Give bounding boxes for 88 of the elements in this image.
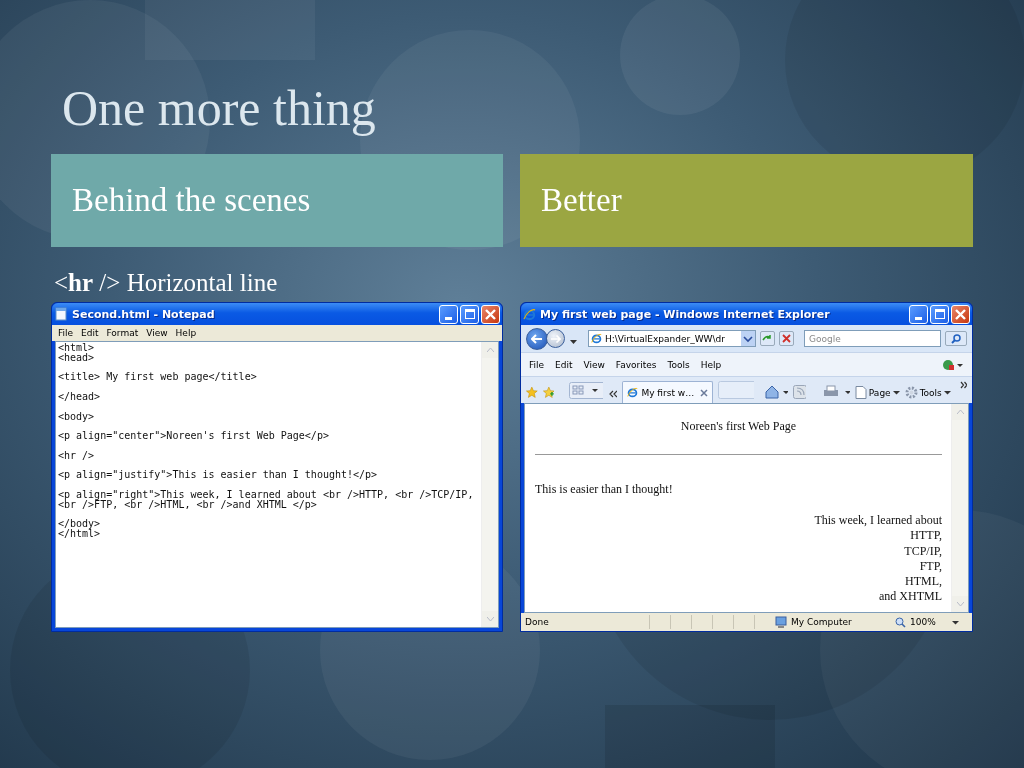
page-paragraph: This is easier than I thought!: [535, 482, 674, 497]
dropdown-icon: [741, 331, 755, 346]
add-favorite-icon[interactable]: [542, 386, 555, 399]
chevron-icon[interactable]: [959, 381, 967, 389]
code-line: </body>: [58, 519, 101, 530]
menu-item[interactable]: Edit: [555, 359, 573, 370]
code-line: <title> My first web page</title>: [58, 372, 257, 383]
back-arrow-icon: [531, 333, 543, 344]
code-line: </html>: [58, 529, 101, 539]
window-title: Second.html - Notepad: [72, 307, 216, 321]
page-text-line: HTTP,: [909, 528, 942, 544]
slide-subtitle: <hr /> Horizontal line: [54, 269, 279, 298]
close-button[interactable]: [481, 304, 500, 324]
page-text-line: HTML,: [904, 574, 942, 590]
menu-item[interactable]: Help: [175, 328, 197, 338]
page-icon: [854, 386, 867, 399]
page-text-line: FTP,: [918, 558, 942, 575]
code-line: <hr />: [58, 450, 95, 461]
home-icon[interactable]: [765, 385, 789, 399]
caret-icon: [892, 390, 900, 395]
menu-item[interactable]: Edit: [81, 328, 99, 338]
maximize-icon: [464, 309, 475, 319]
zoom-level[interactable]: 100%: [910, 617, 936, 627]
page-menu-button[interactable]: Page: [854, 386, 900, 399]
dropdown-icon[interactable]: [951, 619, 959, 625]
favorites-star-icon[interactable]: [526, 386, 538, 399]
menu-item[interactable]: File: [529, 359, 545, 370]
close-button[interactable]: [951, 304, 970, 324]
window-title: My first web page - Windows Internet Explorer: [540, 307, 831, 321]
scroll-tabs-icon[interactable]: [608, 389, 618, 399]
code-line: <head>: [58, 352, 95, 363]
address-field[interactable]: H:\VirtualExpander_WW\dr: [588, 330, 756, 347]
gear-icon: [904, 386, 918, 399]
close-icon: [955, 308, 966, 320]
refresh-icon: [762, 334, 773, 343]
search-icon: [951, 333, 961, 344]
maximize-icon: [934, 309, 945, 319]
page-heading: Noreen's first Web Page: [679, 419, 798, 434]
close-icon: [485, 308, 496, 320]
computer-icon: [775, 615, 787, 629]
status-text: Done: [525, 617, 550, 627]
minimize-icon: [915, 316, 922, 320]
maximize-button[interactable]: [930, 304, 949, 324]
minimize-button[interactable]: [439, 304, 458, 324]
caret-icon: [943, 390, 951, 395]
menu-item[interactable]: File: [58, 328, 74, 338]
browser-tab[interactable]: My first w…: [622, 381, 714, 403]
tools-menu-button[interactable]: Tools: [904, 386, 951, 399]
maximize-button[interactable]: [460, 304, 479, 324]
code-line: </head>: [58, 392, 101, 402]
page-text-line: This week, I learned about: [813, 513, 942, 529]
code-line: <html>: [58, 343, 95, 353]
caret-icon: [569, 337, 578, 346]
zoom-icon[interactable]: [895, 616, 906, 628]
minimize-button[interactable]: [909, 304, 928, 324]
close-tab-icon[interactable]: [700, 388, 709, 397]
browser-icon: [523, 307, 536, 321]
forward-arrow-icon: [550, 334, 561, 343]
back-button[interactable]: [526, 327, 548, 350]
browser-icon: [627, 387, 639, 398]
forward-button[interactable]: [546, 329, 565, 348]
menu-item[interactable]: Favorites: [615, 359, 657, 370]
menu-item[interactable]: Help: [700, 359, 722, 370]
globe-icon[interactable]: [942, 358, 964, 371]
menu-item[interactable]: Tools: [667, 359, 690, 370]
slide-title: One more thing: [62, 79, 377, 138]
menu-item[interactable]: Format: [106, 328, 139, 338]
refresh-button[interactable]: [760, 331, 775, 346]
code-line: <p align="right">This week, I learned about <br />HTTP, <br />TCP/IP,: [58, 489, 474, 500]
print-icon[interactable]: [822, 385, 850, 399]
page-text-line: and XHTML: [878, 589, 942, 605]
search-button[interactable]: [945, 331, 967, 346]
browser-icon: [591, 333, 602, 344]
search-field[interactable]: Google: [804, 330, 941, 347]
code-line: <p align="justify">This is easier than I thought!</p>: [58, 470, 378, 481]
menu-item[interactable]: View: [146, 328, 168, 338]
code-line: <body>: [58, 411, 95, 422]
code-line: <br />FTP, <br />HTML, <br />and XHTML </p>: [58, 499, 317, 510]
page-text-line: TCP/IP,: [903, 543, 942, 559]
code-line: <p align="center">Noreen's first Web Page</p>: [58, 431, 329, 441]
stop-icon: [782, 334, 791, 343]
column-heading: Behind the scenes: [51, 154, 503, 247]
notepad-icon: [54, 307, 68, 321]
menu-item[interactable]: View: [583, 359, 605, 370]
column-heading: Better: [520, 154, 973, 247]
minimize-icon: [445, 316, 452, 320]
zone-text: My Computer: [791, 617, 853, 627]
stop-button[interactable]: [779, 331, 794, 346]
